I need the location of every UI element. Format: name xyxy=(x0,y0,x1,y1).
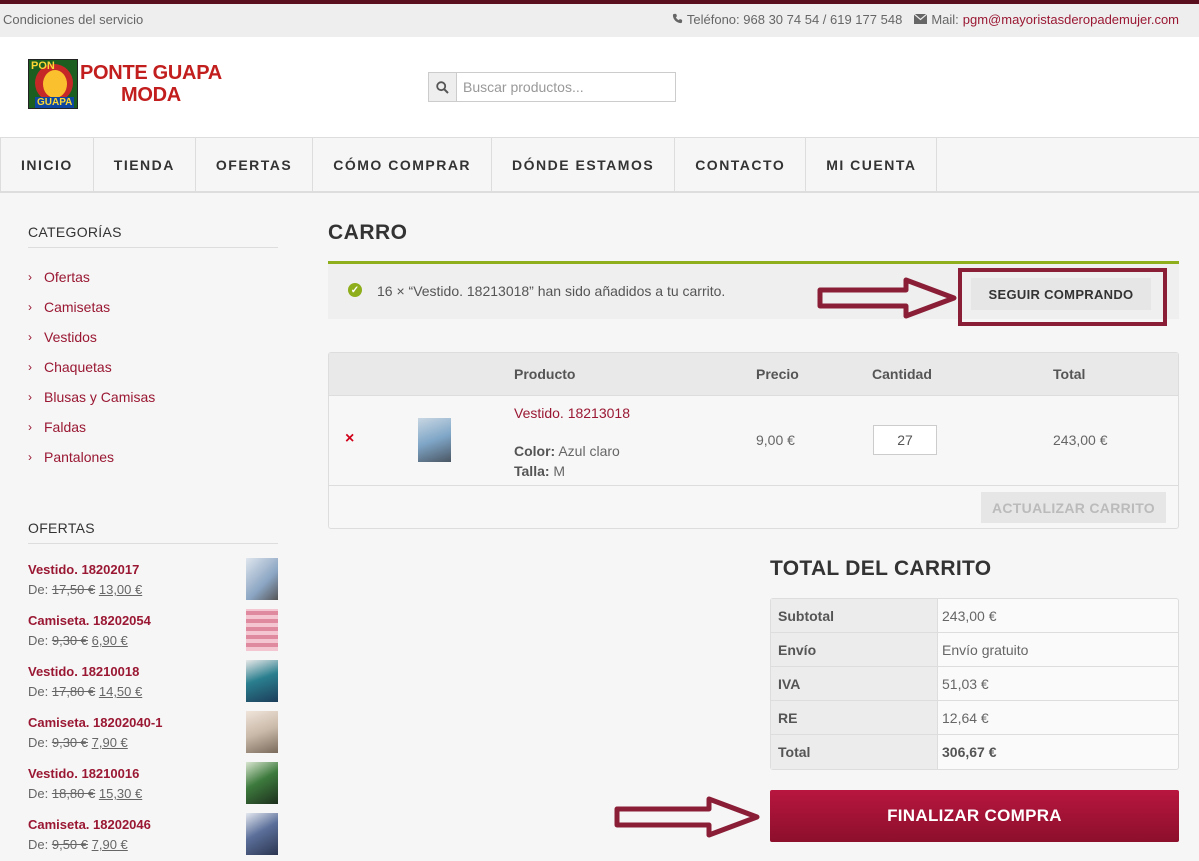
nav-contacto[interactable]: CONTACTO xyxy=(675,138,807,192)
totals-row-total: Total 306,67 € xyxy=(771,735,1178,769)
category-item[interactable]: › Ofertas xyxy=(28,262,278,292)
offer-thumbnail[interactable] xyxy=(246,660,278,702)
offer-name-link[interactable]: Vestido. 18202017 xyxy=(28,562,139,577)
header-price: Precio xyxy=(756,366,799,382)
search-box xyxy=(428,72,676,102)
category-item[interactable]: › Blusas y Camisas xyxy=(28,382,278,412)
offer-thumbnail[interactable] xyxy=(246,609,278,651)
chevron-right-icon: › xyxy=(28,300,32,314)
chevron-right-icon: › xyxy=(28,450,32,464)
terms-link[interactable]: Condiciones del servicio xyxy=(3,12,143,27)
logo-emblem: PON GUAPA xyxy=(28,59,78,109)
totals-row-iva: IVA 51,03 € xyxy=(771,667,1178,701)
phone-text: Teléfono: 968 30 74 54 / 619 177 548 xyxy=(686,12,903,27)
arrow-right-icon xyxy=(817,277,957,319)
nav-tienda[interactable]: TIENDA xyxy=(94,138,196,192)
page-title: CARRO xyxy=(328,221,408,244)
offer-item: Vestido. 18210018 De: 17,80 € 14,50 € xyxy=(28,660,278,711)
offer-item: Vestido. 18210016 De: 18,80 € 15,30 € xyxy=(28,762,278,813)
product-variation: Color: Azul claro Talla: M xyxy=(514,443,620,479)
offer-name-link[interactable]: Vestido. 18210016 xyxy=(28,766,139,781)
offer-price: De: 17,80 € 14,50 € xyxy=(28,684,143,699)
offer-name-link[interactable]: Camiseta. 18202040-1 xyxy=(28,715,162,730)
totals-row-subtotal: Subtotal 243,00 € xyxy=(771,599,1178,633)
product-thumbnail[interactable] xyxy=(418,418,451,462)
offer-price: De: 17,50 € 13,00 € xyxy=(28,582,143,597)
quantity-input[interactable] xyxy=(873,425,937,455)
offer-item: Camiseta. 18202040-1 De: 9,30 € 7,90 € xyxy=(28,711,278,762)
nav-mi-cuenta[interactable]: MI CUENTA xyxy=(806,138,938,192)
category-item[interactable]: › Pantalones xyxy=(28,442,278,472)
offer-name-link[interactable]: Camiseta. 18202046 xyxy=(28,817,151,832)
offers-title: OFERTAS xyxy=(28,520,278,544)
nav-como-comprar[interactable]: CÓMO COMPRAR xyxy=(313,138,493,192)
product-price: 9,00 € xyxy=(756,432,795,448)
continue-shopping-button[interactable]: SEGUIR COMPRANDO xyxy=(971,278,1151,310)
totals-row-re: RE 12,64 € xyxy=(771,701,1178,735)
logo-text: PONTE GUAPA MODA xyxy=(80,62,222,106)
arrow-right-icon xyxy=(614,796,760,838)
update-cart-button[interactable]: ACTUALIZAR CARRITO xyxy=(981,492,1166,523)
offer-thumbnail[interactable] xyxy=(246,711,278,753)
table-row: × Vestido. 18213018 Color: Azul claro Ta… xyxy=(329,396,1178,486)
check-icon: ✓ xyxy=(348,283,362,297)
offer-thumbnail[interactable] xyxy=(246,762,278,804)
chevron-right-icon: › xyxy=(28,360,32,374)
header-quantity: Cantidad xyxy=(872,366,932,382)
offer-name-link[interactable]: Vestido. 18210018 xyxy=(28,664,139,679)
categories-title: CATEGORÍAS xyxy=(28,224,278,248)
category-item[interactable]: › Vestidos xyxy=(28,322,278,352)
site-logo[interactable]: PON GUAPA PONTE GUAPA MODA xyxy=(28,59,222,109)
product-subtotal: 243,00 € xyxy=(1053,432,1108,448)
offer-item: Camiseta. 18202046 De: 9,50 € 7,90 € xyxy=(28,813,278,861)
contact-info: Teléfono: 968 30 74 54 / 619 177 548 Mai… xyxy=(672,12,1179,27)
phone-icon xyxy=(672,13,683,27)
chevron-right-icon: › xyxy=(28,420,32,434)
nav-donde-estamos[interactable]: DÓNDE ESTAMOS xyxy=(492,138,676,192)
category-item[interactable]: › Faldas xyxy=(28,412,278,442)
offer-thumbnail[interactable] xyxy=(246,558,278,600)
top-bar: Condiciones del servicio Teléfono: 968 3… xyxy=(0,0,1199,37)
checkout-button[interactable]: FINALIZAR COMPRA xyxy=(770,790,1179,842)
offer-item: Camiseta. 18202054 De: 9,30 € 6,90 € xyxy=(28,609,278,660)
category-item[interactable]: › Chaquetas xyxy=(28,352,278,382)
totals-row-shipping: Envío Envío gratuito xyxy=(771,633,1178,667)
product-name-link[interactable]: Vestido. 18213018 xyxy=(514,405,630,421)
chevron-right-icon: › xyxy=(28,330,32,344)
offer-price: De: 18,80 € 15,30 € xyxy=(28,786,143,801)
offer-list: Vestido. 18202017 De: 17,50 € 13,00 € Ca… xyxy=(28,558,278,861)
offer-thumbnail[interactable] xyxy=(246,813,278,855)
offer-item: Vestido. 18202017 De: 17,50 € 13,00 € xyxy=(28,558,278,609)
search-icon[interactable] xyxy=(429,73,457,101)
cart-table: Producto Precio Cantidad Total × Vestido… xyxy=(328,352,1179,529)
nav-inicio[interactable]: INICIO xyxy=(0,138,94,192)
chevron-right-icon: › xyxy=(28,390,32,404)
remove-item-icon[interactable]: × xyxy=(345,430,354,448)
offer-price: De: 9,50 € 7,90 € xyxy=(28,837,128,852)
header-total: Total xyxy=(1053,366,1086,382)
sidebar: CATEGORÍAS › Ofertas › Camisetas › Vestidos… xyxy=(28,193,278,861)
envelope-icon xyxy=(913,13,928,27)
notice-message: 16 × “Vestido. 18213018” han sido añadid… xyxy=(377,283,726,299)
header-product: Producto xyxy=(514,366,576,382)
offer-price: De: 9,30 € 6,90 € xyxy=(28,633,128,648)
cart-table-header: Producto Precio Cantidad Total xyxy=(329,353,1178,396)
category-item[interactable]: › Camisetas xyxy=(28,292,278,322)
mail-label: Mail: xyxy=(931,12,959,27)
cart-totals-title: TOTAL DEL CARRITO xyxy=(770,557,992,580)
main-nav: INICIO TIENDA OFERTAS CÓMO COMPRAR DÓNDE… xyxy=(0,137,1199,193)
site-header: PON GUAPA PONTE GUAPA MODA xyxy=(0,37,1199,137)
offer-name-link[interactable]: Camiseta. 18202054 xyxy=(28,613,151,628)
search-input[interactable] xyxy=(457,73,675,101)
cart-totals-table: Subtotal 243,00 € Envío Envío gratuito IVA… xyxy=(770,598,1179,770)
mail-link[interactable]: pgm@mayoristasderopademujer.com xyxy=(963,12,1179,27)
offer-price: De: 9,30 € 7,90 € xyxy=(28,735,128,750)
chevron-right-icon: › xyxy=(28,270,32,284)
nav-ofertas[interactable]: OFERTAS xyxy=(196,138,314,192)
category-list: › Ofertas › Camisetas › Vestidos › Chaquetas… xyxy=(28,262,278,472)
